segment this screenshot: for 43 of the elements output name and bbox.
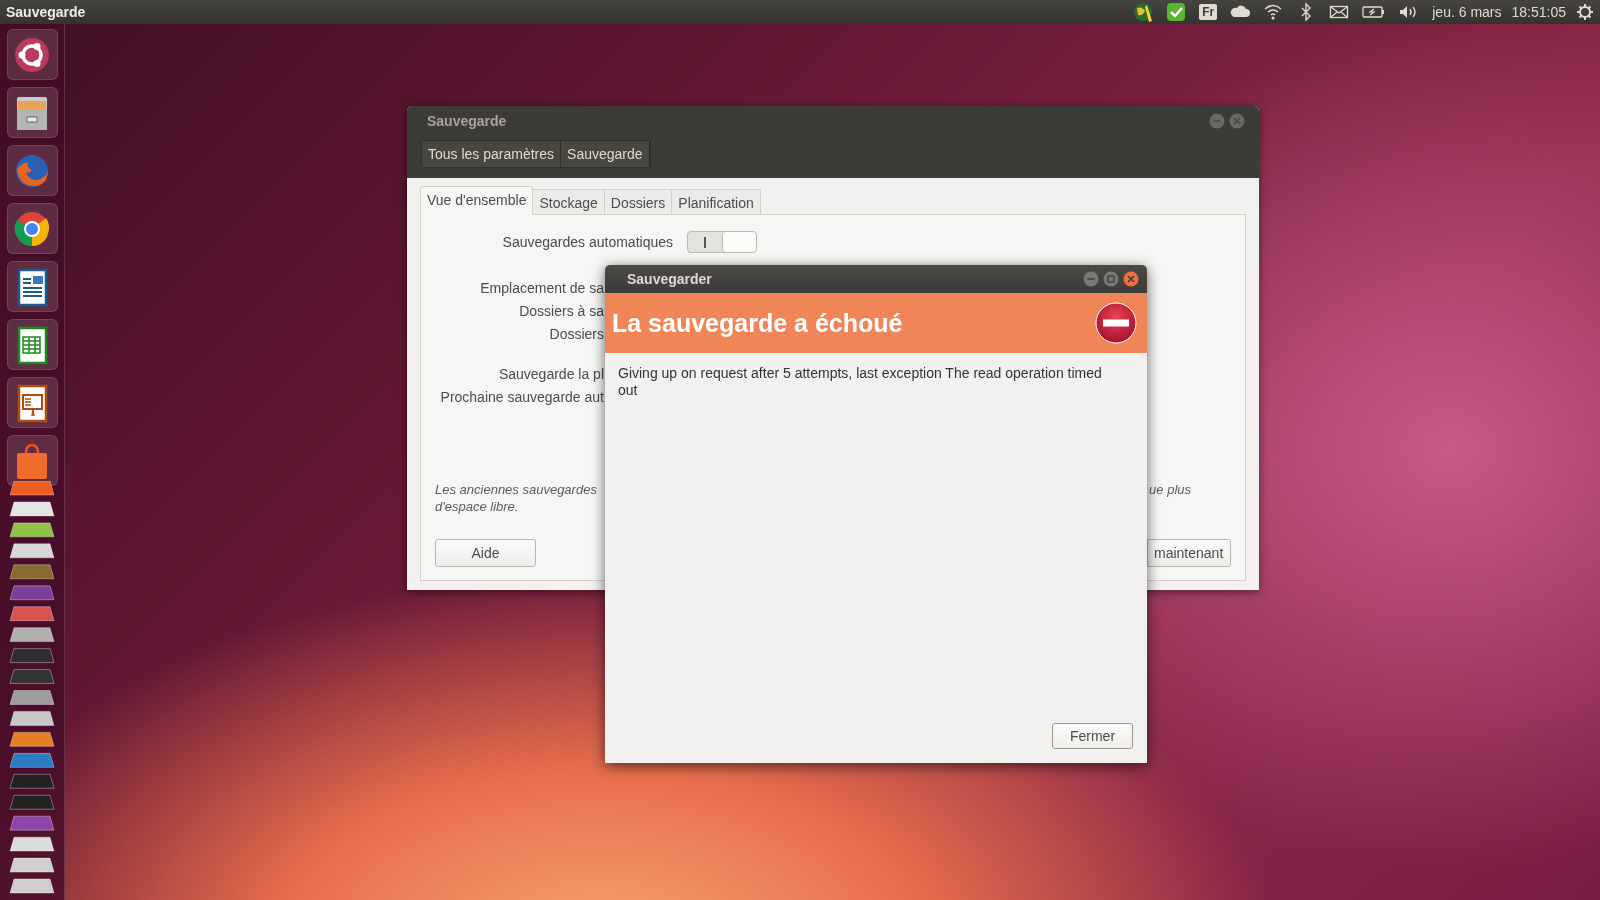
close-button[interactable]: Fermer [1052,723,1133,749]
setting-label: Prochaine sauvegarde aut [440,388,604,407]
tab[interactable]: Stockage [533,189,605,215]
clock-text[interactable]: 18:51:05 [1511,4,1566,20]
tab[interactable]: Planification [672,189,761,215]
app-title: Sauvegarde [6,4,86,20]
launcher-tile[interactable] [6,145,58,196]
setting-label: Sauvegardes automatiques [501,234,673,250]
help-button[interactable]: Aide [435,539,536,567]
setting-label: Dossiers à sa [519,302,604,321]
note-text: d'espace libre. [435,498,520,515]
note-text: Les anciennes sauvegardes [435,481,597,498]
globe-icon[interactable] [1133,2,1154,22]
launcher-tile[interactable] [6,29,58,80]
settings-icon[interactable] [1576,3,1594,21]
launcher-tile[interactable] [6,203,58,254]
date-text[interactable]: jeu. 6 mars [1432,4,1502,20]
launcher-tile[interactable] [6,261,58,312]
minimize-icon[interactable] [1083,271,1099,287]
note-text: ue plus [1149,481,1191,498]
maximize-icon[interactable] [1103,271,1119,287]
toggle-switch[interactable] [687,231,757,253]
breadcrumb-button[interactable]: Tous les paramètres [422,141,562,167]
keyboard-layout-indicator[interactable]: Fr [1199,4,1218,20]
setting-label: Sauvegarde la pl [498,365,604,384]
launcher-tile[interactable] [6,377,58,428]
backup-button[interactable]: maintenant [1147,539,1231,567]
launcher-tile[interactable] [6,87,58,138]
tab[interactable]: Dossiers [604,189,673,215]
check-icon[interactable] [1166,2,1187,22]
setting-label: Dossiers [549,325,604,344]
close-icon[interactable] [1123,271,1139,287]
launcher-tile[interactable] [6,435,58,486]
stop-icon [1095,302,1137,344]
wifi-icon[interactable] [1263,2,1284,22]
tab[interactable]: Vue d'ensemble [420,186,534,215]
launcher-tile[interactable] [6,319,58,370]
error-message: Giving up on request after 5 attempts, last exception The read operation timed out [617,364,1103,400]
breadcrumb-button[interactable]: Sauvegarde [561,141,650,167]
setting-label: Emplacement de sa [480,279,604,298]
dialog-title: Sauvegarder [627,271,712,287]
error-heading: La sauvegarde a échoué [612,308,903,338]
window-title: Sauvegarde [426,113,507,129]
